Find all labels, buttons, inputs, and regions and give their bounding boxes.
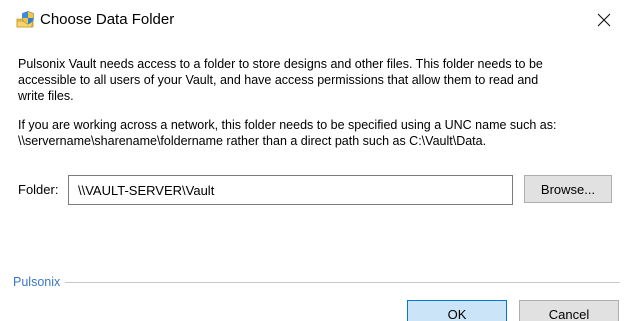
dialog-title: Choose Data Folder	[40, 11, 175, 28]
group-label: Pulsonix	[8, 274, 66, 290]
browse-button[interactable]: Browse...	[524, 175, 612, 203]
folder-shield-icon	[16, 10, 36, 30]
description-line: write files.	[18, 89, 74, 103]
folder-path-input[interactable]	[68, 175, 513, 205]
close-button[interactable]	[584, 0, 624, 40]
close-icon	[597, 13, 611, 27]
description-line: accessible to all users of your Vault, a…	[18, 73, 539, 87]
instruction-line: \\servername\sharename\foldername rather…	[18, 134, 487, 148]
instruction-line: If you are working across a network, thi…	[18, 118, 557, 132]
title-bar: Choose Data Folder	[0, 0, 624, 40]
description-paragraph: Pulsonix Vault needs access to a folder …	[18, 56, 543, 104]
unc-instruction-paragraph: If you are working across a network, thi…	[18, 117, 556, 149]
ok-button[interactable]: OK	[407, 300, 507, 321]
folder-label: Folder:	[18, 182, 59, 197]
cancel-button[interactable]: Cancel	[519, 300, 619, 321]
group-separator	[8, 282, 620, 283]
description-line: Pulsonix Vault needs access to a folder …	[18, 57, 543, 71]
separator-rule	[8, 282, 620, 283]
choose-data-folder-dialog: Choose Data Folder Pulsonix Vault needs …	[0, 0, 624, 321]
